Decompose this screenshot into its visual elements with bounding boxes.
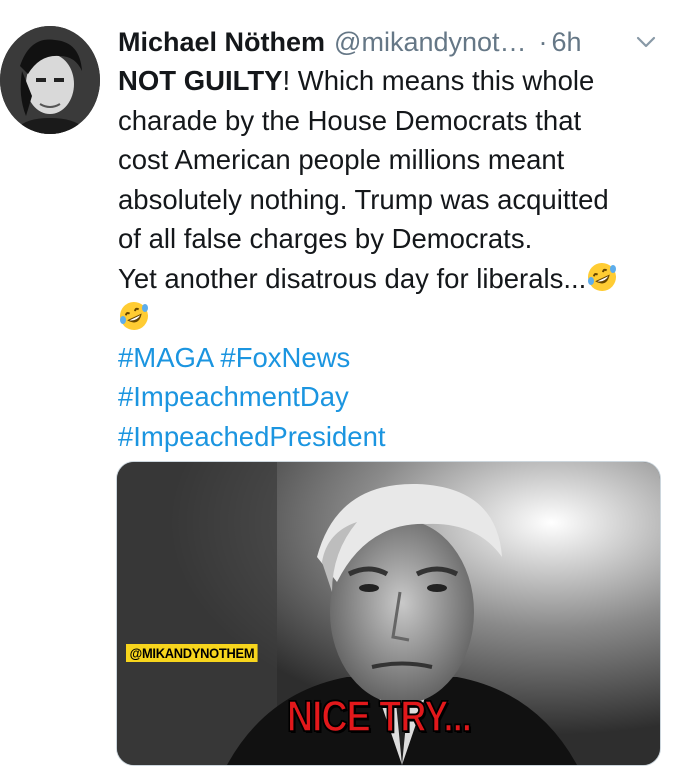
tweet-line: Yet another disatrous day for liberals..… — [118, 259, 678, 299]
tweet[interactable]: Michael Nöthem @mikandynot… · 6h NOT GUI… — [0, 0, 683, 767]
tweet-line-text: Yet another disatrous day for liberals..… — [118, 262, 587, 294]
media-image[interactable]: @MIKANDYNOTHEM NICE TRY... — [116, 461, 661, 766]
tweet-text: NOT GUILTY! Which means this whole chara… — [118, 61, 678, 456]
hashtag-link[interactable]: #ImpeachedPresident — [118, 421, 386, 452]
tweet-line: NOT GUILTY! Which means this whole — [118, 61, 678, 101]
meme-caption: NICE TRY... — [286, 692, 472, 742]
avatar[interactable] — [0, 26, 100, 134]
tweet-line: cost American people millions meant — [118, 144, 565, 175]
tweet-line: of all false charges by Democrats. — [118, 223, 533, 254]
tweet-line — [118, 298, 678, 338]
hashtag-link[interactable]: #ImpeachmentDay — [118, 381, 349, 412]
author-name[interactable]: Michael Nöthem — [118, 22, 325, 62]
timestamp[interactable]: 6h — [552, 22, 582, 62]
hashtag-link[interactable]: #FoxNews — [220, 342, 350, 373]
tweet-line: #ImpeachmentDay — [118, 377, 678, 417]
separator: · — [538, 27, 548, 57]
tweet-line: charade by the House Democrats that — [118, 104, 582, 136]
watermark-label: @MIKANDYNOTHEM — [126, 644, 258, 662]
hashtag-link[interactable]: #MAGA — [118, 342, 213, 373]
rolling-laughing-emoji-icon — [118, 300, 150, 332]
tweet-header: Michael Nöthem @mikandynot… · 6h — [118, 22, 683, 62]
bold-text: NOT GUILTY — [118, 65, 283, 96]
chevron-down-icon[interactable] — [634, 30, 658, 54]
avatar-image — [0, 26, 100, 134]
tweet-line: #MAGA #FoxNews — [118, 338, 678, 378]
tweet-line-text: ! Which means this whole — [282, 65, 595, 96]
author-handle[interactable]: @mikandynot… — [334, 22, 526, 62]
tweet-line: absolutely nothing. Trump was acquitted — [118, 183, 609, 215]
rolling-laughing-emoji-icon — [586, 261, 618, 293]
tweet-line: #ImpeachedPresident — [118, 417, 678, 457]
